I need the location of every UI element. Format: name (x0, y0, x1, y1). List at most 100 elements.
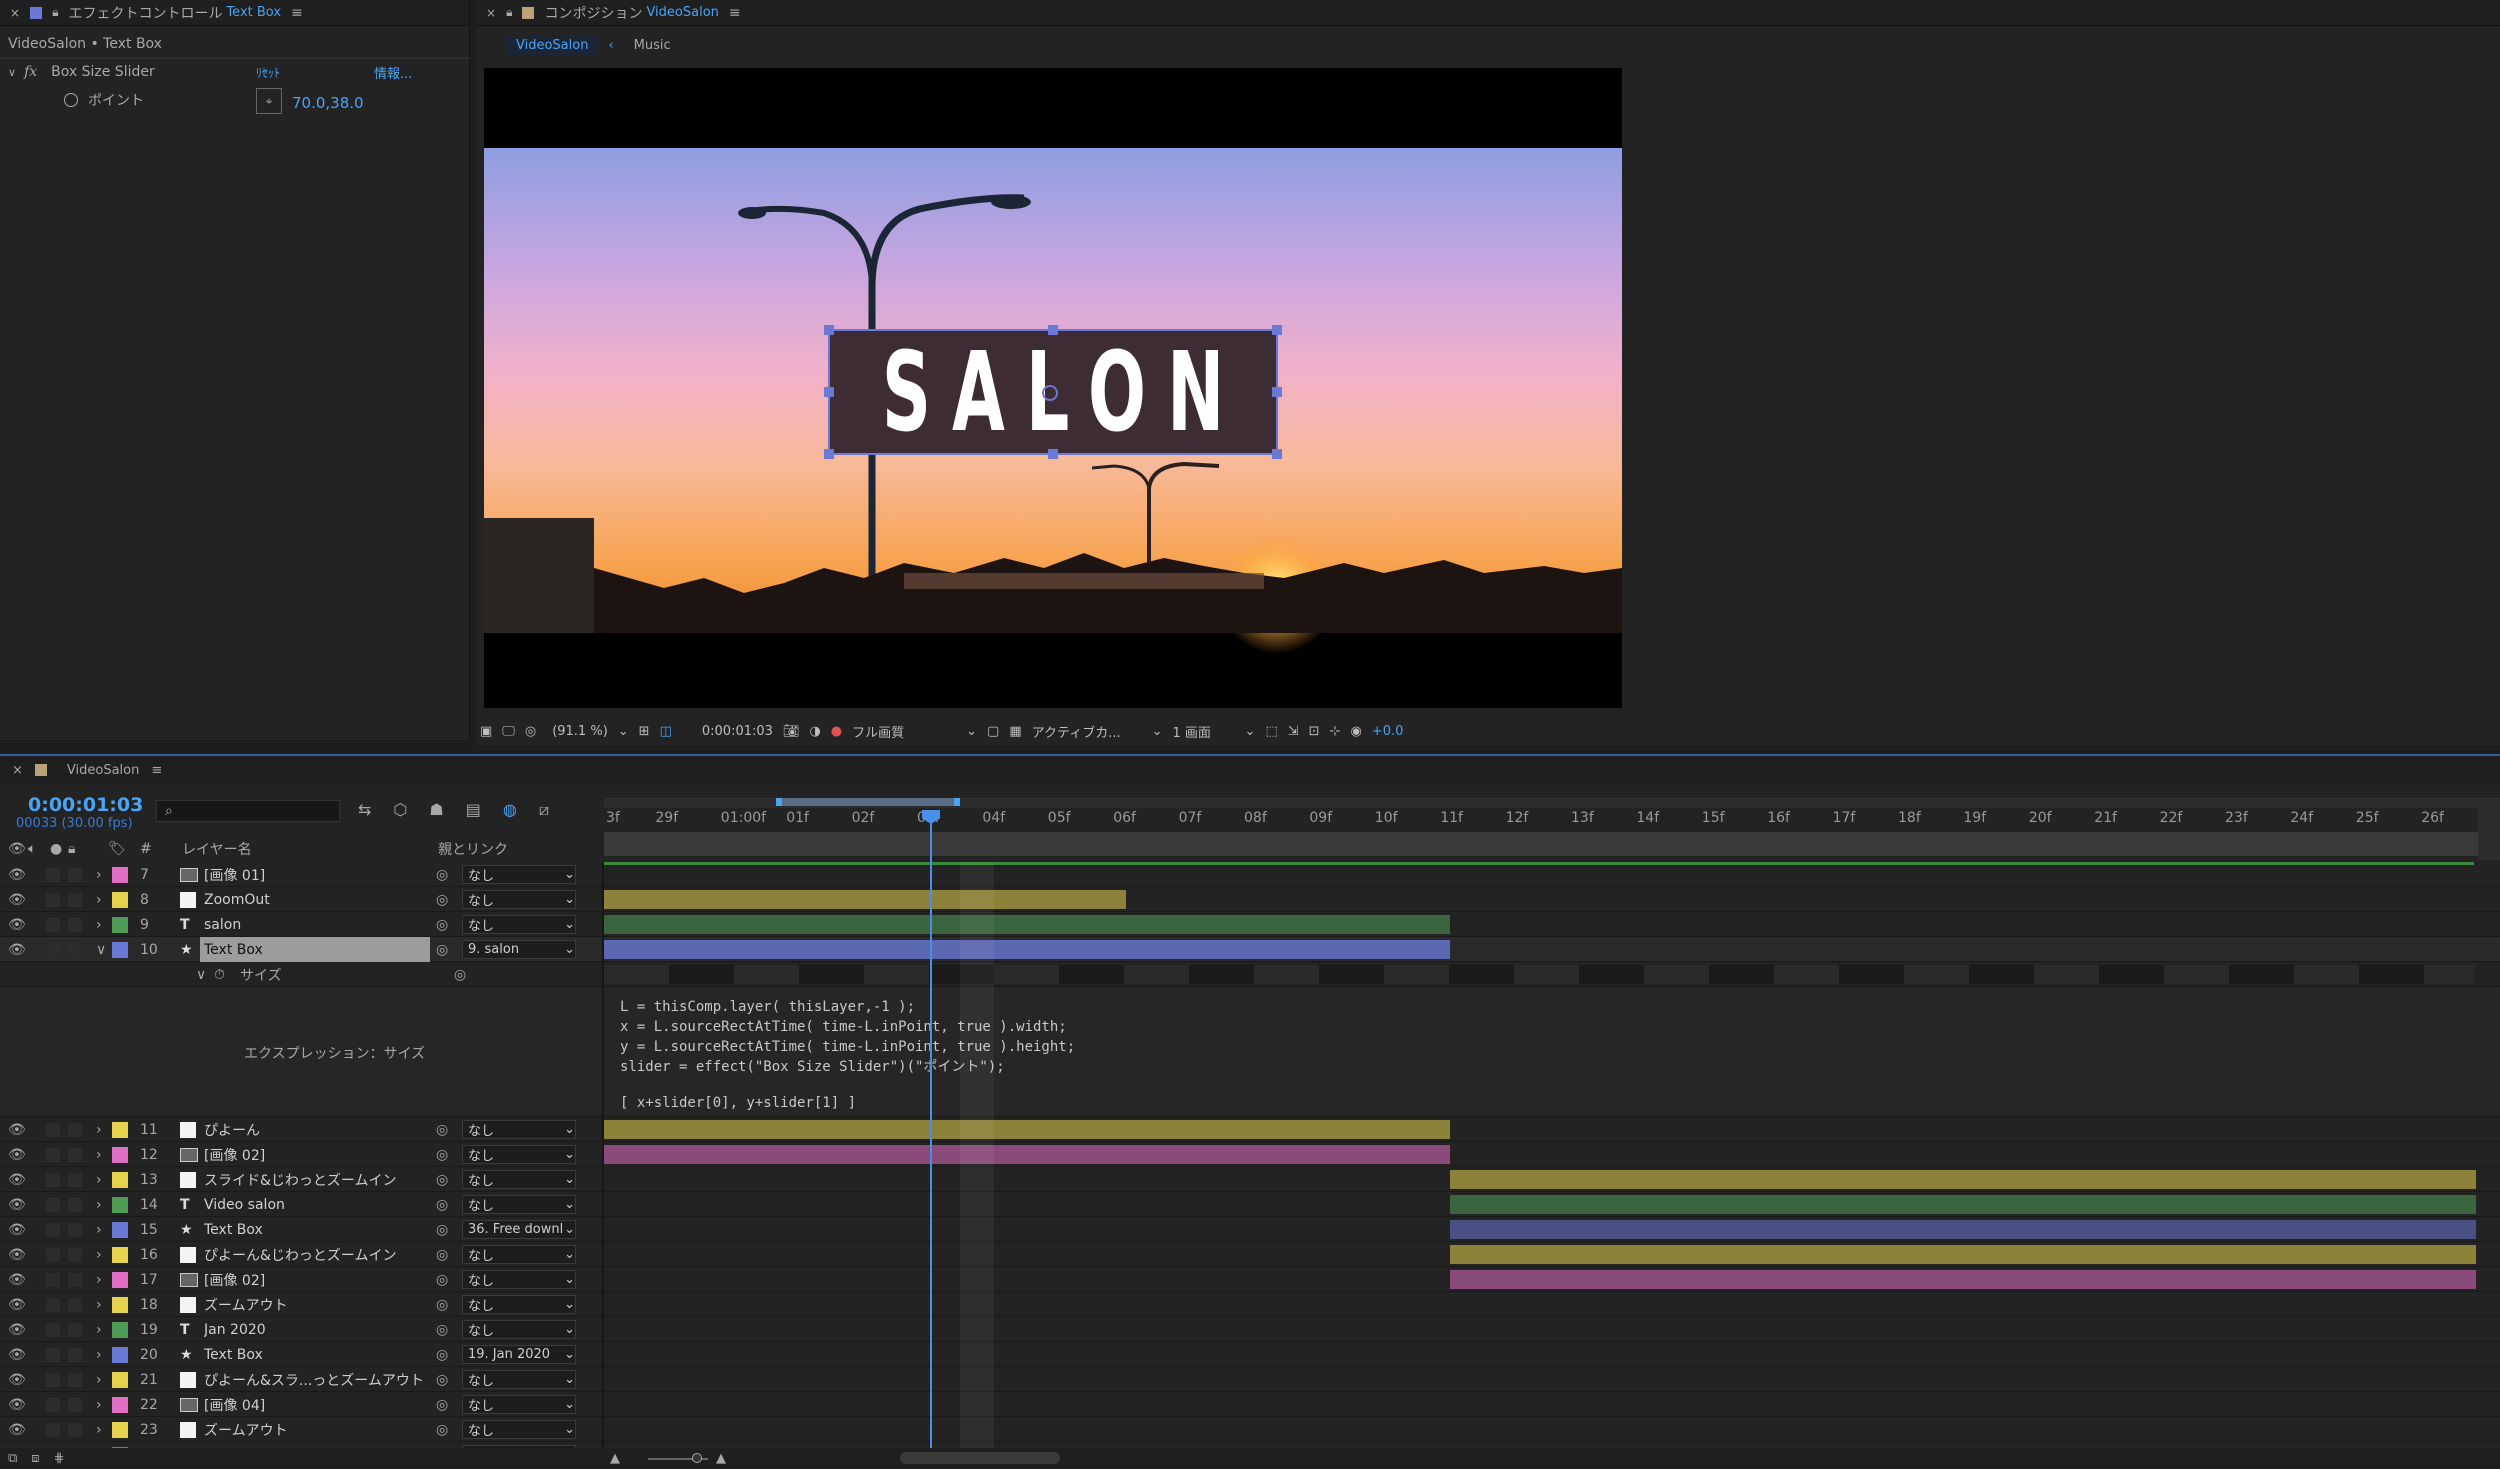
pickwhip-icon[interactable]: ◎ (436, 1117, 448, 1142)
layer-row[interactable]: 👁︎ › 14 T Video salon ◎ なし ⌄ (0, 1192, 2500, 1217)
solo-toggle[interactable] (46, 937, 60, 962)
visibility-eye-icon[interactable]: 👁︎ (8, 1117, 26, 1142)
expand-chevron-icon[interactable]: › (96, 887, 102, 912)
camera-dropdown[interactable]: アクティブカ... (1032, 722, 1142, 741)
layer-duration-bar[interactable] (604, 1145, 1450, 1164)
expand-chevron-icon[interactable]: › (96, 1242, 102, 1267)
monitor-icon[interactable]: 🖵︎ (502, 724, 515, 739)
layer-row[interactable]: 👁︎ › 21 ぴよーん&スラ...っとズームアウト ◎ なし ⌄ (0, 1367, 2500, 1392)
pickwhip-icon[interactable]: ◎ (436, 1292, 448, 1317)
close-icon[interactable]: × (12, 763, 23, 778)
layer-name[interactable]: ZoomOut (204, 887, 270, 912)
lock-toggle[interactable] (68, 1392, 82, 1417)
expand-chevron-icon[interactable]: › (96, 1217, 102, 1242)
comp-panel-tab[interactable]: × 🔒︎ コンポジション VideoSalon ≡ (476, 0, 2500, 26)
lock-toggle[interactable] (68, 1267, 82, 1292)
pickwhip-icon[interactable]: ◎ (436, 887, 448, 912)
graph-editor-icon[interactable]: ⧄ (539, 800, 549, 820)
expand-chevron-icon[interactable]: › (96, 1367, 102, 1392)
lock-toggle[interactable] (68, 1292, 82, 1317)
visibility-eye-icon[interactable]: 👁︎ (8, 1267, 26, 1292)
color-channel-icon[interactable]: ● (831, 724, 842, 739)
visibility-eye-icon[interactable]: 👁︎ (8, 887, 26, 912)
parent-dropdown[interactable]: なし ⌄ (462, 1192, 576, 1217)
layer-name[interactable]: [画像 01] (204, 862, 265, 887)
exposure-value[interactable]: +0.0 (1372, 724, 1404, 739)
layer-duration-bar[interactable] (1450, 1245, 2476, 1264)
solo-toggle[interactable] (46, 1417, 60, 1442)
expand-chevron-icon[interactable]: › (96, 1317, 102, 1342)
layer-duration-bar[interactable] (1450, 1170, 2476, 1189)
effect-panel-tab[interactable]: × 🔒︎ エフェクトコントロール Text Box ≡ (0, 0, 469, 26)
pickwhip-icon[interactable]: ◎ (436, 1417, 448, 1442)
layer-row[interactable]: 👁︎ › 13 スライド&じわっとズームイン ◎ なし ⌄ (0, 1167, 2500, 1192)
solo-toggle[interactable] (46, 1317, 60, 1342)
solo-toggle[interactable] (46, 1267, 60, 1292)
modes-icon[interactable]: ⧈ (31, 1451, 39, 1466)
layer-row[interactable]: 👁︎ › 11 ぴよーん ◎ なし ⌄ (0, 1117, 2500, 1142)
lock-toggle[interactable] (68, 1317, 82, 1342)
work-area-bar[interactable] (776, 798, 960, 806)
solo-toggle[interactable] (46, 862, 60, 887)
layer-name[interactable]: ぴよーん&スラ...っとズームアウト (204, 1367, 424, 1392)
timeline-scroll-handle[interactable] (2478, 798, 2500, 860)
parent-dropdown[interactable]: なし ⌄ (462, 1167, 576, 1192)
expand-chevron-icon[interactable]: › (96, 1417, 102, 1442)
expand-chevron-icon[interactable]: › (96, 1267, 102, 1292)
label-color-swatch[interactable] (112, 1342, 128, 1367)
layer-name[interactable]: [画像 04] (204, 1392, 265, 1417)
lock-icon[interactable]: 🔒︎ (506, 5, 512, 20)
expand-chevron-icon[interactable]: › (96, 1342, 102, 1367)
layer-duration-bar[interactable] (1450, 1270, 2476, 1289)
expand-chevron-icon[interactable]: › (96, 1392, 102, 1417)
label-color-swatch[interactable] (112, 862, 128, 887)
label-color-swatch[interactable] (112, 1142, 128, 1167)
pickwhip-icon[interactable]: ◎ (436, 1192, 448, 1217)
panel-menu-icon[interactable]: ≡ (291, 5, 303, 21)
label-color-swatch[interactable] (112, 1317, 128, 1342)
layer-name-header[interactable]: レイヤー名 (182, 839, 252, 859)
layer-row[interactable]: 👁︎ › 18 ズームアウト ◎ なし ⌄ (0, 1292, 2500, 1317)
parent-dropdown[interactable]: なし ⌄ (462, 1367, 576, 1392)
expand-chevron-icon[interactable]: › (96, 912, 102, 937)
layer-row[interactable]: 👁︎ › 17 [画像 02] ◎ なし ⌄ (0, 1267, 2500, 1292)
label-color-swatch[interactable] (112, 1242, 128, 1267)
chevron-down-icon[interactable]: ∨ (196, 962, 206, 987)
lock-toggle[interactable] (68, 887, 82, 912)
parent-dropdown[interactable]: なし ⌄ (462, 862, 576, 887)
layer-duration-bar[interactable] (604, 915, 1450, 934)
pickwhip-icon[interactable]: ◎ (436, 1367, 448, 1392)
expand-chevron-icon[interactable]: ∨ (96, 937, 106, 962)
transparency-grid-icon[interactable]: ▦ (1009, 724, 1021, 739)
layer-name[interactable]: Jan 2020 (204, 1317, 266, 1342)
search-input[interactable]: ⌕ (156, 800, 340, 822)
lock-toggle[interactable] (68, 937, 82, 962)
layer-name[interactable]: Video salon (204, 1192, 285, 1217)
layer-row[interactable]: 👁︎ › 16 ぴよーん&じわっとズームイン ◎ なし ⌄ (0, 1242, 2500, 1267)
parent-dropdown[interactable]: なし ⌄ (462, 1242, 576, 1267)
layer-row[interactable]: 👁︎ › 8 ZoomOut ◎ なし ⌄ (0, 887, 2500, 912)
param-value[interactable]: 70.0,38.0 (292, 94, 364, 112)
solo-toggle[interactable] (46, 1392, 60, 1417)
expand-chevron-icon[interactable]: › (96, 1142, 102, 1167)
region-icon[interactable]: ▢ (987, 724, 999, 739)
layer-name[interactable]: salon (204, 912, 241, 937)
panel-menu-icon[interactable]: ≡ (729, 5, 741, 21)
column-divider[interactable] (602, 862, 604, 1448)
solo-toggle[interactable] (46, 1142, 60, 1167)
solo-toggle[interactable] (46, 1367, 60, 1392)
solo-toggle[interactable] (46, 1217, 60, 1242)
panel-menu-icon[interactable]: ≡ (151, 763, 162, 778)
parent-dropdown[interactable]: なし ⌄ (462, 1292, 576, 1317)
chevron-down-icon[interactable]: ∨ (8, 66, 16, 79)
expand-chevron-icon[interactable]: › (96, 1117, 102, 1142)
layer-switches-icon[interactable]: ⧉ (8, 1451, 17, 1466)
layer-name[interactable]: Text Box (204, 1342, 263, 1367)
label-color-swatch[interactable] (112, 1267, 128, 1292)
parent-dropdown[interactable]: 9. salon ⌄ (462, 937, 576, 962)
lock-toggle[interactable] (68, 912, 82, 937)
motion-blur-icon[interactable]: ◍ (503, 800, 517, 820)
label-color-swatch[interactable] (112, 1167, 128, 1192)
visibility-eye-icon[interactable]: 👁︎ (8, 1417, 26, 1442)
layer-row[interactable]: 👁︎ › 12 [画像 02] ◎ なし ⌄ (0, 1142, 2500, 1167)
